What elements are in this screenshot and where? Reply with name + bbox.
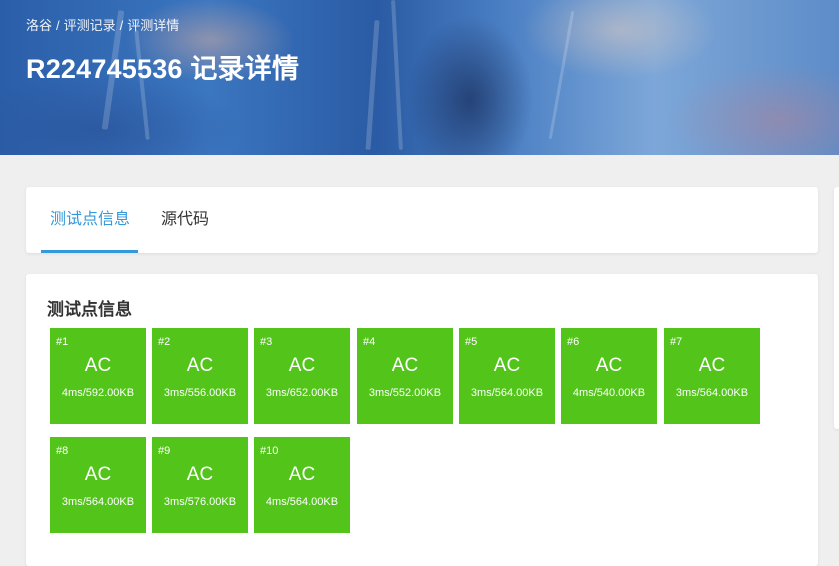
testcase-time-memory: 3ms/564.00KB xyxy=(675,387,749,399)
header-banner: 洛谷 / 评测记录 / 评测详情 R224745536 记录详情 xyxy=(0,0,839,155)
testcase-time-memory: 3ms/652.00KB xyxy=(265,387,339,399)
testcase-1[interactable]: #1 AC 4ms/592.00KB xyxy=(50,328,146,424)
breadcrumb-separator: / xyxy=(56,18,60,33)
testcase-6[interactable]: #6 AC 4ms/540.00KB xyxy=(561,328,657,424)
testcase-time-memory: 3ms/564.00KB xyxy=(470,387,544,399)
testcase-time-memory: 3ms/552.00KB xyxy=(368,387,442,399)
testcase-time-memory: 4ms/592.00KB xyxy=(61,387,135,399)
testcase-id: #6 xyxy=(567,336,580,348)
testcase-4[interactable]: #4 AC 3ms/552.00KB xyxy=(357,328,453,424)
side-panel xyxy=(834,187,839,429)
testcase-id: #8 xyxy=(56,445,69,457)
testcases-card: 测试点信息 #1 AC 4ms/592.00KB #2 AC 3ms/556.0… xyxy=(26,274,818,566)
testcase-status: AC xyxy=(84,464,112,485)
testcase-id: #10 xyxy=(260,445,279,457)
testcase-id: #9 xyxy=(158,445,171,457)
breadcrumb-current: 评测详情 xyxy=(127,18,180,33)
section-title: 测试点信息 xyxy=(47,300,132,319)
testcase-status: AC xyxy=(391,355,419,376)
testcase-time-memory: 4ms/564.00KB xyxy=(265,496,339,508)
banner-decoration xyxy=(391,0,403,151)
banner-decoration xyxy=(365,19,380,151)
testcase-time-memory: 3ms/576.00KB xyxy=(163,496,237,508)
banner-decoration xyxy=(548,10,575,140)
testcase-10[interactable]: #10 AC 4ms/564.00KB xyxy=(254,437,350,533)
testcase-status: AC xyxy=(595,355,623,376)
testcase-5[interactable]: #5 AC 3ms/564.00KB xyxy=(459,328,555,424)
testcase-time-memory: 3ms/564.00KB xyxy=(61,496,135,508)
testcase-id: #2 xyxy=(158,336,171,348)
page-title: R224745536 记录详情 xyxy=(26,54,300,84)
tab-testcases[interactable]: 测试点信息 xyxy=(50,187,130,253)
testcase-id: #1 xyxy=(56,336,69,348)
testcase-status: AC xyxy=(84,355,112,376)
breadcrumb: 洛谷 / 评测记录 / 评测详情 xyxy=(26,15,179,34)
testcase-time-memory: 4ms/540.00KB xyxy=(572,387,646,399)
active-tab-indicator xyxy=(41,250,138,253)
testcase-id: #3 xyxy=(260,336,273,348)
testcase-status: AC xyxy=(698,355,726,376)
testcase-status: AC xyxy=(186,355,214,376)
testcase-status: AC xyxy=(493,355,521,376)
testcase-id: #4 xyxy=(363,336,376,348)
testcase-id: #5 xyxy=(465,336,478,348)
testcase-status: AC xyxy=(288,355,316,376)
testcase-8[interactable]: #8 AC 3ms/564.00KB xyxy=(50,437,146,533)
testcase-3[interactable]: #3 AC 3ms/652.00KB xyxy=(254,328,350,424)
testcase-2[interactable]: #2 AC 3ms/556.00KB xyxy=(152,328,248,424)
testcase-7[interactable]: #7 AC 3ms/564.00KB xyxy=(664,328,760,424)
breadcrumb-separator: / xyxy=(119,18,124,33)
testcase-status: AC xyxy=(186,464,214,485)
tabs-card: 测试点信息 源代码 xyxy=(26,187,818,253)
testcase-9[interactable]: #9 AC 3ms/576.00KB xyxy=(152,437,248,533)
testcase-time-memory: 3ms/556.00KB xyxy=(163,387,237,399)
breadcrumb-home-link[interactable]: 洛谷 xyxy=(26,18,52,33)
testcase-status: AC xyxy=(288,464,316,485)
testcase-id: #7 xyxy=(670,336,683,348)
tab-source-code[interactable]: 源代码 xyxy=(161,187,209,253)
breadcrumb-records-link[interactable]: 评测记录 xyxy=(64,18,116,33)
